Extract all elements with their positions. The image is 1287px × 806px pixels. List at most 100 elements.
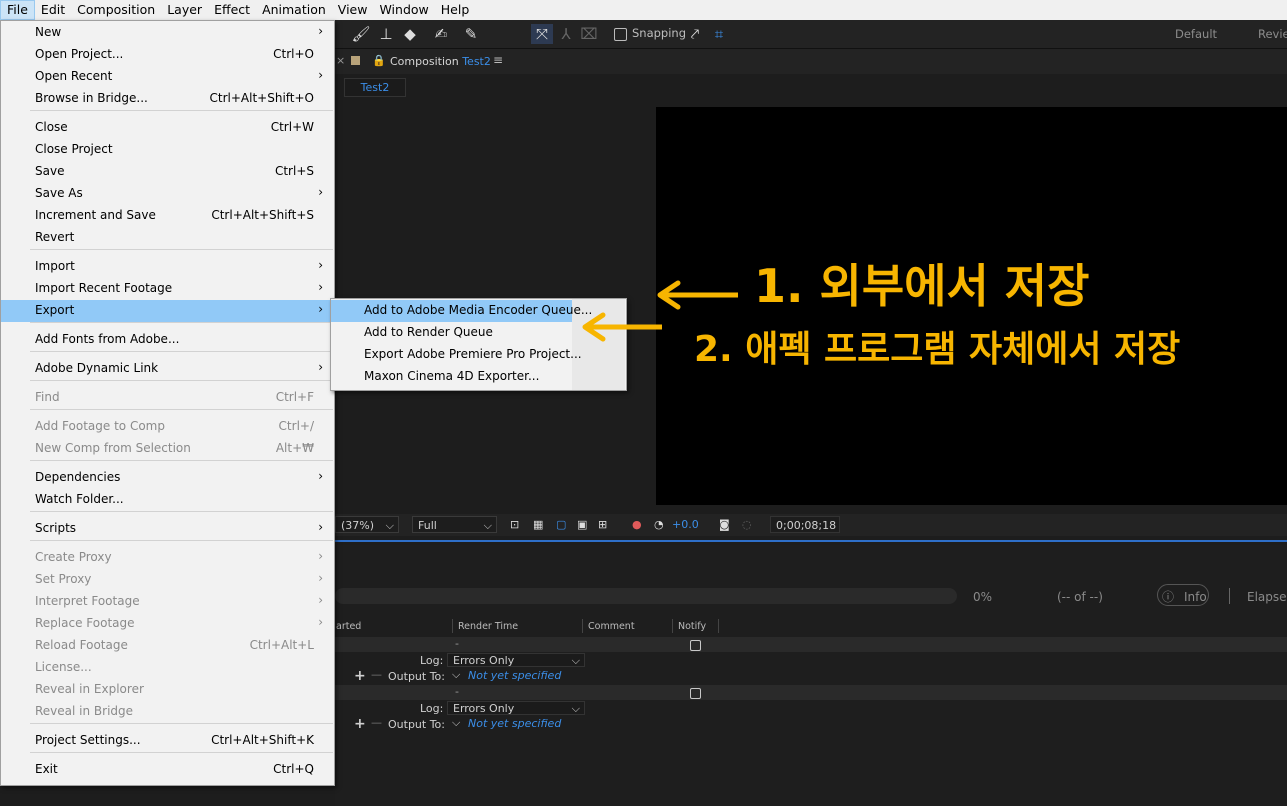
snap-target-icon[interactable]: ⌗ xyxy=(708,24,730,44)
mask-visibility-icon[interactable]: ▢ xyxy=(556,518,566,531)
render-item-row[interactable] xyxy=(335,685,1287,700)
lock-icon[interactable]: 🔒 xyxy=(372,54,386,67)
add-output-module-icon[interactable]: + xyxy=(354,716,366,732)
comp-subtab[interactable]: Test2 xyxy=(344,78,406,97)
log-dropdown[interactable]: Errors Only ⌵ xyxy=(447,653,585,667)
menu-item-label: Interpret Footage xyxy=(35,594,140,608)
menu-separator xyxy=(30,110,333,111)
menu-item-shortcut: Ctrl+W xyxy=(270,120,314,134)
eraser-tool-icon[interactable]: ◆ xyxy=(399,24,421,44)
snapping-checkbox[interactable] xyxy=(614,28,627,41)
workspace-review[interactable]: Review xyxy=(1258,27,1287,41)
add-output-module-icon[interactable]: + xyxy=(354,668,366,684)
chevron-right-icon: › xyxy=(318,520,323,534)
menu-item-label: Add Footage to Comp xyxy=(35,419,165,433)
menu-separator xyxy=(30,540,333,541)
menu-item-shortcut: Ctrl+F xyxy=(275,390,314,404)
menu-item-add-fonts-from-adobe[interactable]: Add Fonts from Adobe... xyxy=(1,329,333,351)
menu-animation[interactable]: Animation xyxy=(256,0,332,20)
puppet-pin-tool-icon[interactable]: ✎ xyxy=(460,24,482,44)
show-snapshot-icon[interactable]: ◌ xyxy=(742,518,752,531)
menu-item-export[interactable]: Export › xyxy=(1,300,333,322)
exposure-value[interactable]: +0.0 xyxy=(672,518,699,531)
menu-item-close[interactable]: Close Ctrl+W xyxy=(1,117,333,139)
menu-item-save[interactable]: Save Ctrl+S xyxy=(1,161,333,183)
menu-item-dependencies[interactable]: Dependencies › xyxy=(1,467,333,489)
magnification-dropdown[interactable]: (37%) ⌵ xyxy=(335,516,399,533)
menu-item-increment-and-save[interactable]: Increment and Save Ctrl+Alt+Shift+S xyxy=(1,205,333,227)
menu-item-new[interactable]: New › xyxy=(1,22,333,44)
menu-effect[interactable]: Effect xyxy=(208,0,256,20)
resolution-dropdown[interactable]: Full ⌵ xyxy=(412,516,497,533)
menu-item-shortcut: Ctrl+/ xyxy=(278,419,314,433)
brush-tool-icon[interactable]: 🖌 xyxy=(350,24,372,44)
submenu-item-maxon-cinema-4d-exporter[interactable]: Maxon Cinema 4D Exporter... xyxy=(331,366,626,388)
composition-tab[interactable]: Composition Test2 xyxy=(390,55,491,68)
header-comment[interactable]: Comment xyxy=(588,621,635,632)
menu-separator xyxy=(30,460,333,461)
axis-mode-icon[interactable]: ⤧ xyxy=(531,24,553,44)
menu-file[interactable]: File xyxy=(0,0,35,20)
menu-item-import[interactable]: Import › xyxy=(1,256,333,278)
close-tab-icon[interactable]: × xyxy=(336,54,345,67)
panel-menu-icon[interactable]: ≡ xyxy=(493,53,503,67)
menu-item-browse-in-bridge[interactable]: Browse in Bridge... Ctrl+Alt+Shift+O xyxy=(1,88,333,110)
render-item-row[interactable] xyxy=(335,637,1287,652)
menu-item-label: Adobe Dynamic Link xyxy=(35,361,159,375)
grid-guides-icon[interactable]: ⊞ xyxy=(598,518,607,531)
menu-item-import-recent-footage[interactable]: Import Recent Footage › xyxy=(1,278,333,300)
world-axis-icon[interactable]: ⅄ xyxy=(555,24,577,44)
menu-edit[interactable]: Edit xyxy=(35,0,71,20)
menu-item-save-as[interactable]: Save As › xyxy=(1,183,333,205)
chevron-down-icon[interactable]: ⌵ xyxy=(452,668,460,682)
chevron-right-icon: › xyxy=(318,185,323,199)
color-channels-icon[interactable]: ● xyxy=(632,518,642,531)
output-file-link[interactable]: Not yet specified xyxy=(468,669,561,682)
workspace-default[interactable]: Default xyxy=(1175,27,1217,41)
menu-item-open-project[interactable]: Open Project... Ctrl+O xyxy=(1,44,333,66)
roto-brush-tool-icon[interactable]: ✍ xyxy=(430,24,452,44)
header-started[interactable]: arted xyxy=(336,621,361,632)
menu-item-label: Open Project... xyxy=(35,47,124,61)
clone-stamp-tool-icon[interactable]: ⊥ xyxy=(375,24,397,44)
menu-item-shortcut: Ctrl+O xyxy=(273,47,314,61)
menu-item-revert[interactable]: Revert xyxy=(1,227,333,249)
header-render-time[interactable]: Render Time xyxy=(458,621,518,632)
menu-item-close-project[interactable]: Close Project xyxy=(1,139,333,161)
menu-separator xyxy=(30,380,333,381)
snap-options-icon[interactable]: ⤤ xyxy=(684,24,706,44)
snapshot-camera-icon[interactable]: ◙ xyxy=(719,518,730,531)
menu-item-exit[interactable]: Exit Ctrl+Q xyxy=(1,759,333,781)
output-file-link[interactable]: Not yet specified xyxy=(468,717,561,730)
column-divider xyxy=(582,619,583,633)
remove-output-module-icon[interactable]: — xyxy=(371,668,382,681)
menu-composition[interactable]: Composition xyxy=(71,0,161,20)
submenu-item-add-to-adobe-media-encoder-queue[interactable]: Add to Adobe Media Encoder Queue... xyxy=(331,300,592,322)
menu-help[interactable]: Help xyxy=(435,0,476,20)
fast-previews-icon[interactable]: ⊡ xyxy=(510,518,519,531)
menu-separator xyxy=(30,511,333,512)
notify-checkbox[interactable] xyxy=(690,688,701,699)
menu-item-open-recent[interactable]: Open Recent › xyxy=(1,66,333,88)
menu-item-watch-folder[interactable]: Watch Folder... xyxy=(1,489,333,511)
current-time-display[interactable]: 0;00;08;18 xyxy=(770,516,840,533)
region-of-interest-icon[interactable]: ▣ xyxy=(577,518,587,531)
view-axis-icon[interactable]: ⌧ xyxy=(578,24,600,44)
remove-output-module-icon[interactable]: — xyxy=(371,716,382,729)
menu-view[interactable]: View xyxy=(332,0,374,20)
menu-item-new-comp-from-selection: New Comp from Selection Alt+₩ xyxy=(1,438,333,460)
exposure-reset-icon[interactable]: ◔ xyxy=(654,518,664,531)
menu-item-label: Export xyxy=(35,303,75,317)
notify-checkbox[interactable] xyxy=(690,640,701,651)
log-dropdown[interactable]: Errors Only ⌵ xyxy=(447,701,585,715)
submenu-item-label: Add to Render Queue xyxy=(364,325,493,339)
transparency-grid-icon[interactable]: ▦ xyxy=(533,518,543,531)
menu-item-project-settings[interactable]: Project Settings... Ctrl+Alt+Shift+K xyxy=(1,730,333,752)
chevron-down-icon[interactable]: ⌵ xyxy=(452,716,460,730)
menu-window[interactable]: Window xyxy=(373,0,434,20)
chevron-right-icon: › xyxy=(318,24,323,38)
menu-layer[interactable]: Layer xyxy=(161,0,208,20)
menu-item-adobe-dynamic-link[interactable]: Adobe Dynamic Link › xyxy=(1,358,333,380)
header-notify[interactable]: Notify xyxy=(678,621,706,632)
menu-item-scripts[interactable]: Scripts › xyxy=(1,518,333,540)
